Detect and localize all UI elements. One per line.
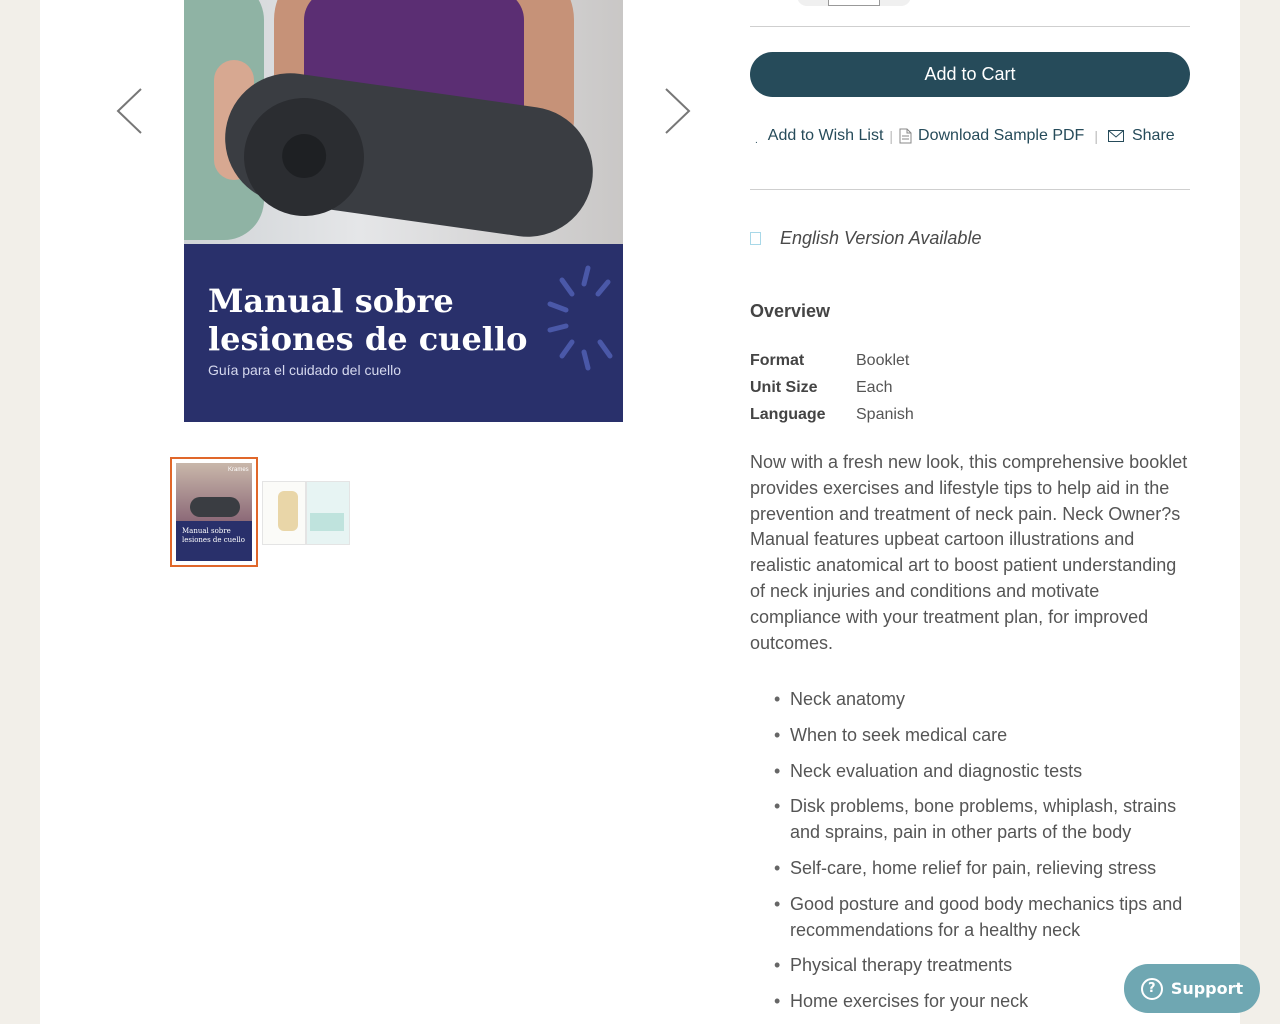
thumbnail-cover[interactable]: Krames Manual sobre lesiones de cuello — [170, 457, 258, 567]
cover-photo — [184, 0, 623, 246]
spec-row: Format Booklet — [750, 352, 914, 379]
spec-label: Format — [750, 352, 805, 369]
overview-heading: Overview — [750, 301, 831, 321]
thumbnail-title: Manual sobre lesiones de cuello — [182, 527, 246, 544]
product-page: Manual sobre lesiones de cuello Guía par… — [40, 0, 1240, 1024]
main-product-image: Manual sobre lesiones de cuello Guía par… — [184, 0, 623, 422]
separator: | — [889, 128, 894, 144]
divider — [750, 26, 1190, 27]
spec-label: Unit Size — [750, 379, 818, 396]
divider — [750, 189, 1190, 190]
chevron-right-icon — [665, 88, 691, 134]
list-item: Neck evaluation and diagnostic tests — [774, 759, 1200, 785]
list-item: Neck anatomy — [774, 687, 1200, 713]
spec-value: Booklet — [856, 352, 910, 369]
share-link[interactable]: Share — [1132, 127, 1175, 145]
list-item: Disk problems, bone problems, whiplash, … — [774, 794, 1200, 846]
spec-label: Language — [750, 406, 826, 423]
support-button[interactable]: ? Support — [1124, 964, 1260, 1013]
english-version-icon — [750, 232, 761, 245]
product-description: Now with a fresh new look, this comprehe… — [750, 452, 1188, 653]
list-item: Self-care, home relief for pain, relievi… — [774, 856, 1200, 882]
separator: | — [1094, 128, 1098, 144]
add-to-cart-button[interactable]: Add to Cart — [750, 52, 1190, 97]
sunburst-logo-icon — [547, 265, 613, 371]
thumbnail-inside-pages[interactable] — [262, 481, 350, 545]
wishlist-icon: . — [755, 134, 758, 146]
help-icon: ? — [1140, 977, 1163, 1000]
envelope-icon — [1107, 130, 1124, 142]
cover-title-band: Manual sobre lesiones de cuello Guía par… — [184, 244, 623, 422]
download-sample-pdf-link[interactable]: Download Sample PDF — [918, 127, 1084, 145]
list-item: Good posture and good body mechanics tip… — [774, 892, 1200, 944]
spec-table: Format Booklet Unit Size Each Language S… — [750, 352, 914, 433]
spec-value: Each — [856, 379, 893, 396]
english-version-notice[interactable]: English Version Available — [750, 228, 981, 249]
list-item: When to seek medical care — [774, 723, 1200, 749]
cover-subtitle: Guía para el cuidado del cuello — [208, 362, 402, 378]
add-to-wishlist-link[interactable]: Add to Wish List — [768, 127, 884, 145]
spec-row: Language Spanish — [750, 406, 914, 433]
product-actions: . Add to Wish List | Download Sample PDF… — [755, 125, 1175, 147]
support-label: Support — [1170, 979, 1244, 998]
gallery-next-button[interactable] — [662, 86, 692, 136]
spec-row: Unit Size Each — [750, 379, 914, 406]
gallery-prev-button[interactable] — [115, 86, 145, 136]
quantity-input[interactable] — [828, 0, 880, 6]
english-version-link[interactable]: English Version Available — [780, 228, 981, 249]
chevron-left-icon — [116, 88, 142, 134]
spec-value: Spanish — [856, 406, 914, 423]
cover-title: Manual sobre lesiones de cuello — [208, 282, 528, 358]
thumbnail-brand: Krames — [228, 467, 249, 473]
document-icon — [899, 128, 912, 144]
